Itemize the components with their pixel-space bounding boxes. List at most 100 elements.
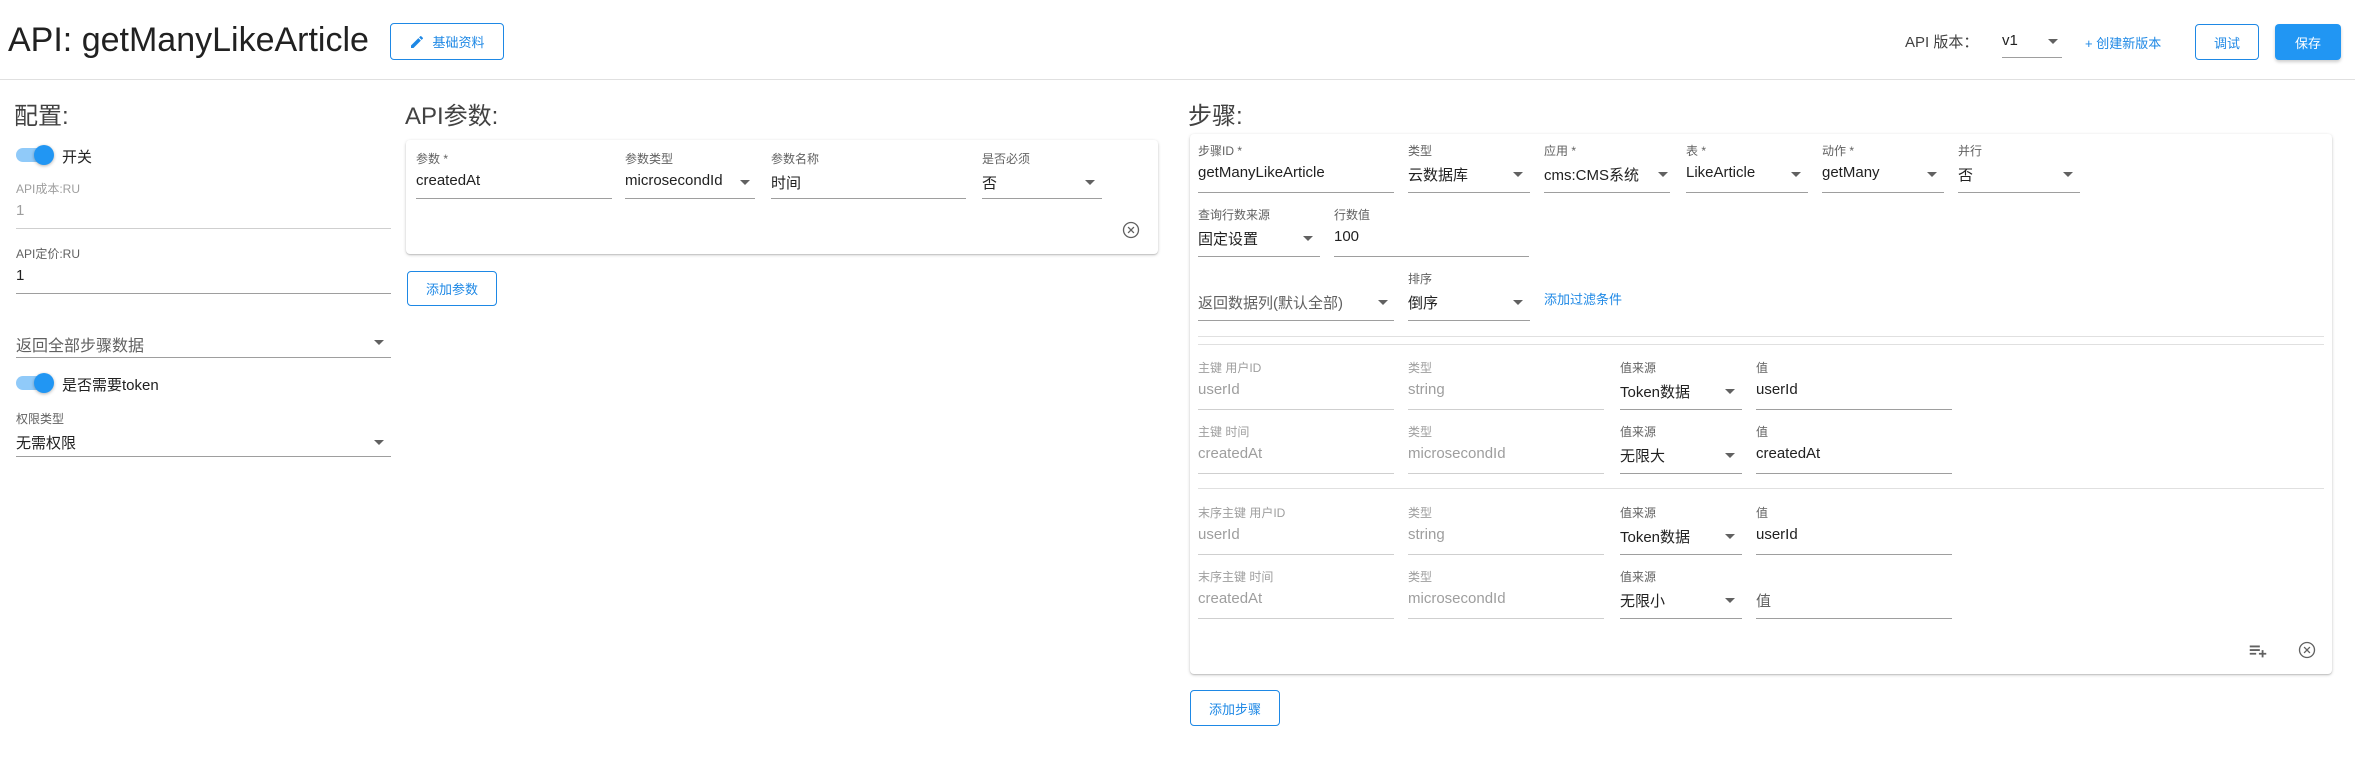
token-switch-label: 是否需要token	[62, 377, 159, 394]
param-display-name-field[interactable]: 参数名称 时间	[771, 150, 966, 200]
key-name-value: userId	[1198, 381, 1240, 398]
api-cost-label: API成本:RU	[16, 182, 81, 196]
key-name-underline	[1198, 618, 1394, 619]
key-value-field[interactable]: 值 userId	[1756, 504, 1952, 556]
close-circle-icon[interactable]	[2297, 640, 2317, 660]
key-value-label: 值	[1756, 425, 1769, 439]
token-switch-knob	[34, 373, 54, 393]
save-button[interactable]: 保存	[2275, 24, 2341, 60]
steps-title: 步骤:	[1188, 103, 1243, 130]
rows-value-field[interactable]: 行数值 100	[1334, 206, 1529, 258]
step-table-value: LikeArticle	[1686, 164, 1756, 181]
key-source-select[interactable]: 值来源 无限小	[1620, 568, 1742, 620]
api-version-select[interactable]: v1	[2002, 24, 2062, 58]
rows-source-select[interactable]: 查询行数来源 固定设置	[1198, 206, 1320, 258]
step-action-select[interactable]: 动作 * getMany	[1822, 142, 1944, 194]
chevron-down-icon	[374, 440, 384, 445]
param-type-select[interactable]: 参数类型 microsecondId	[625, 150, 755, 200]
step-type-select[interactable]: 类型 云数据库	[1408, 142, 1530, 194]
key-source-select[interactable]: 值来源 无限大	[1620, 423, 1742, 475]
sort-label: 排序	[1408, 272, 1433, 286]
key-source-label: 值来源	[1620, 570, 1657, 584]
key-value-underline	[1756, 409, 1952, 410]
param-type-value: microsecondId	[625, 172, 723, 189]
key-name-field: 主键 时间 createdAt	[1198, 423, 1394, 475]
key-source-label: 值来源	[1620, 506, 1657, 520]
page-title: API: getManyLikeArticle	[8, 21, 369, 59]
rows-value-underline	[1334, 256, 1529, 257]
param-type-underline	[625, 198, 755, 199]
key-type-value: microsecondId	[1408, 590, 1506, 607]
step-app-select[interactable]: 应用 * cms:CMS系统	[1544, 142, 1670, 194]
sort-select[interactable]: 排序 倒序	[1408, 270, 1530, 322]
key-name-value: userId	[1198, 526, 1240, 543]
step-table-select[interactable]: 表 * LikeArticle	[1686, 142, 1808, 194]
return-columns-select[interactable]: 返回数据列(默认全部)	[1198, 270, 1394, 322]
permission-label: 权限类型	[16, 412, 65, 426]
step-action-underline	[1822, 192, 1944, 193]
debug-button[interactable]: 调试	[2195, 24, 2259, 60]
chevron-down-icon	[1725, 453, 1735, 458]
step-id-label: 步骤ID *	[1198, 144, 1243, 158]
api-price-label: API定价:RU	[16, 247, 81, 261]
api-price-value: 1	[16, 267, 25, 284]
key-type-value: string	[1408, 526, 1445, 543]
param-display-name-underline	[771, 198, 966, 199]
step-parallel-select[interactable]: 并行 否	[1958, 142, 2080, 194]
basic-info-button[interactable]: 基础资料	[390, 23, 504, 60]
key-name-label: 主键 时间	[1198, 425, 1250, 439]
create-version-link[interactable]: + 创建新版本	[2085, 33, 2161, 52]
param-col-label: 参数 *	[416, 152, 449, 166]
api-version-label: API 版本：	[1905, 34, 1979, 51]
close-circle-icon[interactable]	[1121, 220, 1141, 240]
key-value-field[interactable]: 值 userId	[1756, 359, 1952, 411]
enable-switch[interactable]: 开关	[14, 144, 134, 166]
key-type-underline	[1408, 473, 1604, 474]
add-step-button[interactable]: 添加步骤	[1190, 690, 1280, 726]
key-value-field[interactable]: 值	[1756, 568, 1952, 620]
chevron-down-icon	[1927, 172, 1937, 177]
chevron-down-icon	[1725, 598, 1735, 603]
key-type-field: 类型 string	[1408, 359, 1604, 411]
rows-source-label: 查询行数来源	[1198, 208, 1271, 222]
return-data-underline	[16, 357, 391, 358]
basic-info-label: 基础资料	[432, 35, 485, 50]
chevron-down-icon	[740, 180, 750, 185]
key-source-underline	[1620, 409, 1742, 410]
step-type-label: 类型	[1408, 144, 1433, 158]
key-value-underline	[1756, 473, 1952, 474]
rows-source-value: 固定设置	[1198, 231, 1259, 248]
chevron-down-icon	[1725, 534, 1735, 539]
add-param-button[interactable]: 添加参数	[407, 271, 497, 306]
key-row: 末序主键 用户ID userId 类型 string 值来源 Token数据 值…	[1198, 504, 2328, 560]
key-value-field[interactable]: 值 createdAt	[1756, 423, 1952, 475]
key-name-underline	[1198, 554, 1394, 555]
key-source-select[interactable]: 值来源 Token数据	[1620, 359, 1742, 411]
param-card: 参数 * createdAt 参数类型 microsecondId 参数名称 时…	[406, 140, 1158, 254]
key-name-underline	[1198, 409, 1394, 410]
permission-select[interactable]: 权限类型 无需权限	[16, 410, 391, 460]
key-row: 主键 时间 createdAt 类型 microsecondId 值来源 无限大…	[1198, 423, 2328, 479]
key-source-select[interactable]: 值来源 Token数据	[1620, 504, 1742, 556]
key-source-underline	[1620, 473, 1742, 474]
playlist-add-icon[interactable]	[2247, 640, 2269, 662]
token-switch[interactable]: 是否需要token	[14, 372, 234, 394]
param-required-select[interactable]: 是否必须 否	[982, 150, 1102, 200]
key-source-value: Token数据	[1620, 384, 1691, 401]
key-row: 主键 用户ID userId 类型 string 值来源 Token数据 值 u…	[1198, 359, 2328, 415]
sort-value: 倒序	[1408, 295, 1439, 312]
key-type-underline	[1408, 409, 1604, 410]
add-filter-link[interactable]: 添加过滤条件	[1544, 289, 1622, 308]
key-source-value: 无限小	[1620, 593, 1666, 610]
return-data-select[interactable]: 返回全部步骤数据	[16, 328, 391, 358]
step-table-underline	[1686, 192, 1808, 193]
param-name-field[interactable]: 参数 * createdAt	[416, 150, 612, 200]
step-id-field[interactable]: 步骤ID * getManyLikeArticle	[1198, 142, 1394, 194]
chevron-down-icon	[1303, 236, 1313, 241]
key-value-underline	[1756, 618, 1952, 619]
api-price-field[interactable]: API定价:RU 1	[16, 245, 391, 295]
api-cost-value: 1	[16, 202, 25, 219]
key-name-underline	[1198, 473, 1394, 474]
step-type-value: 云数据库	[1408, 167, 1469, 184]
permission-value: 无需权限	[16, 435, 77, 452]
